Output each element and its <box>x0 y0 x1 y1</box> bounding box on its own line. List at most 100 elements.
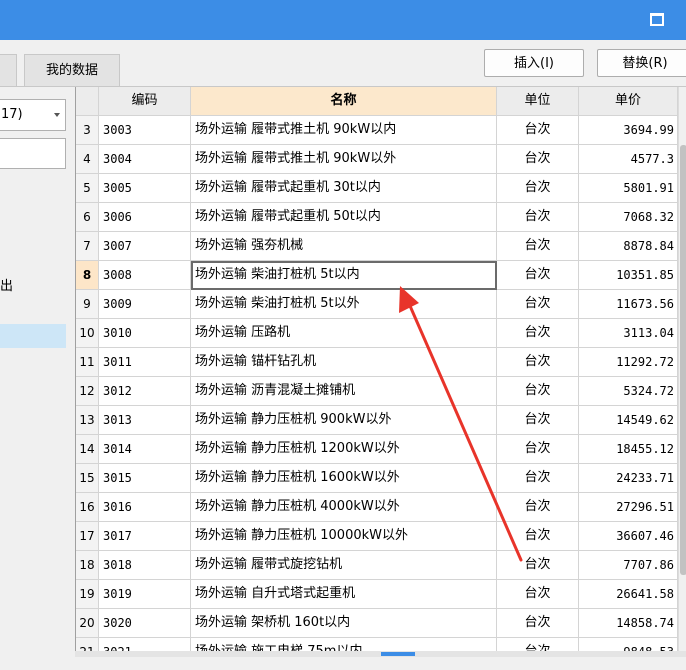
row-number[interactable]: 6 <box>76 203 99 232</box>
cell-unit[interactable]: 台次 <box>497 116 579 145</box>
column-header-unit[interactable]: 单位 <box>497 87 579 116</box>
cell-code[interactable]: 3006 <box>99 203 191 232</box>
cell-code[interactable]: 3010 <box>99 319 191 348</box>
table-row[interactable]: 20 3020 场外运输 架桥机 160t以内 台次 14858.74 <box>76 609 678 638</box>
cell-price[interactable]: 3113.04 <box>579 319 678 348</box>
cell-code[interactable]: 3017 <box>99 522 191 551</box>
cell-price[interactable]: 5801.91 <box>579 174 678 203</box>
row-number[interactable]: 18 <box>76 551 99 580</box>
cell-name[interactable]: 场外运输 静力压桩机 1200kW以外 <box>191 435 497 464</box>
table-row[interactable]: 18 3018 场外运输 履带式旋挖钻机 台次 7707.86 <box>76 551 678 580</box>
cell-name[interactable]: 场外运输 静力压桩机 4000kW以外 <box>191 493 497 522</box>
maximize-icon[interactable] <box>650 13 664 26</box>
cell-code[interactable]: 3020 <box>99 609 191 638</box>
cell-code[interactable]: 3008 <box>99 261 191 290</box>
row-number[interactable]: 7 <box>76 232 99 261</box>
left-tree-item[interactable]: 出 <box>0 275 13 294</box>
cell-name[interactable]: 场外运输 静力压桩机 1600kW以外 <box>191 464 497 493</box>
cell-price[interactable]: 27296.51 <box>579 493 678 522</box>
insert-button[interactable]: 插入(I) <box>484 49 584 77</box>
cell-name[interactable]: 场外运输 柴油打桩机 5t以内 <box>191 261 497 290</box>
cell-price[interactable]: 10351.85 <box>579 261 678 290</box>
cell-code[interactable]: 3011 <box>99 348 191 377</box>
cell-name[interactable]: 场外运输 履带式起重机 50t以内 <box>191 203 497 232</box>
cell-name[interactable]: 场外运输 履带式起重机 30t以内 <box>191 174 497 203</box>
cell-price[interactable]: 5324.72 <box>579 377 678 406</box>
table-row[interactable]: 14 3014 场外运输 静力压桩机 1200kW以外 台次 18455.12 <box>76 435 678 464</box>
tab-previous-partial[interactable] <box>0 54 17 86</box>
cell-unit[interactable]: 台次 <box>497 319 579 348</box>
row-number[interactable]: 17 <box>76 522 99 551</box>
cell-unit[interactable]: 台次 <box>497 522 579 551</box>
cell-price[interactable]: 4577.3 <box>579 145 678 174</box>
cell-name[interactable]: 场外运输 柴油打桩机 5t以外 <box>191 290 497 319</box>
cell-unit[interactable]: 台次 <box>497 203 579 232</box>
cell-price[interactable]: 7068.32 <box>579 203 678 232</box>
row-number[interactable]: 10 <box>76 319 99 348</box>
row-number[interactable]: 4 <box>76 145 99 174</box>
cell-unit[interactable]: 台次 <box>497 348 579 377</box>
row-number[interactable]: 19 <box>76 580 99 609</box>
cell-unit[interactable]: 台次 <box>497 464 579 493</box>
cell-unit[interactable]: 台次 <box>497 551 579 580</box>
column-header-code[interactable]: 编码 <box>99 87 191 116</box>
vertical-scrollbar[interactable] <box>678 87 686 657</box>
cell-unit[interactable]: 台次 <box>497 232 579 261</box>
cell-unit[interactable]: 台次 <box>497 261 579 290</box>
row-number[interactable]: 3 <box>76 116 99 145</box>
library-select[interactable]: 17) <box>0 99 66 131</box>
cell-unit[interactable]: 台次 <box>497 435 579 464</box>
table-row[interactable]: 6 3006 场外运输 履带式起重机 50t以内 台次 7068.32 <box>76 203 678 232</box>
table-row[interactable]: 8 3008 场外运输 柴油打桩机 5t以内 台次 10351.85 <box>76 261 678 290</box>
cell-code[interactable]: 3005 <box>99 174 191 203</box>
cell-name[interactable]: 场外运输 自升式塔式起重机 <box>191 580 497 609</box>
cell-code[interactable]: 3007 <box>99 232 191 261</box>
cell-name[interactable]: 场外运输 履带式推土机 90kW以内 <box>191 116 497 145</box>
table-row[interactable]: 9 3009 场外运输 柴油打桩机 5t以外 台次 11673.56 <box>76 290 678 319</box>
cell-price[interactable]: 14858.74 <box>579 609 678 638</box>
cell-code[interactable]: 3016 <box>99 493 191 522</box>
cell-unit[interactable]: 台次 <box>497 406 579 435</box>
cell-unit[interactable]: 台次 <box>497 174 579 203</box>
cell-unit[interactable]: 台次 <box>497 609 579 638</box>
table-row[interactable]: 4 3004 场外运输 履带式推土机 90kW以外 台次 4577.3 <box>76 145 678 174</box>
cell-price[interactable]: 3694.99 <box>579 116 678 145</box>
cell-name[interactable]: 场外运输 强夯机械 <box>191 232 497 261</box>
cell-price[interactable]: 11292.72 <box>579 348 678 377</box>
cell-code[interactable]: 3013 <box>99 406 191 435</box>
cell-name[interactable]: 场外运输 沥青混凝土摊铺机 <box>191 377 497 406</box>
table-row[interactable]: 15 3015 场外运输 静力压桩机 1600kW以外 台次 24233.71 <box>76 464 678 493</box>
header-corner[interactable] <box>76 87 99 116</box>
cell-unit[interactable]: 台次 <box>497 493 579 522</box>
cell-code[interactable]: 3009 <box>99 290 191 319</box>
row-number[interactable]: 15 <box>76 464 99 493</box>
table-row[interactable]: 19 3019 场外运输 自升式塔式起重机 台次 26641.58 <box>76 580 678 609</box>
column-header-price[interactable]: 单价 <box>579 87 678 116</box>
cell-unit[interactable]: 台次 <box>497 377 579 406</box>
row-number[interactable]: 14 <box>76 435 99 464</box>
scrollbar-thumb[interactable] <box>680 145 686 575</box>
table-row[interactable]: 7 3007 场外运输 强夯机械 台次 8878.84 <box>76 232 678 261</box>
table-row[interactable]: 12 3012 场外运输 沥青混凝土摊铺机 台次 5324.72 <box>76 377 678 406</box>
cell-code[interactable]: 3018 <box>99 551 191 580</box>
table-row[interactable]: 5 3005 场外运输 履带式起重机 30t以内 台次 5801.91 <box>76 174 678 203</box>
cell-unit[interactable]: 台次 <box>497 145 579 174</box>
cell-price[interactable]: 18455.12 <box>579 435 678 464</box>
table-row[interactable]: 3 3003 场外运输 履带式推土机 90kW以内 台次 3694.99 <box>76 116 678 145</box>
tab-my-data[interactable]: 我的数据 <box>24 54 120 86</box>
row-number[interactable]: 12 <box>76 377 99 406</box>
cell-name[interactable]: 场外运输 履带式旋挖钻机 <box>191 551 497 580</box>
cell-code[interactable]: 3012 <box>99 377 191 406</box>
cell-name[interactable]: 场外运输 静力压桩机 10000kW以外 <box>191 522 497 551</box>
row-number[interactable]: 5 <box>76 174 99 203</box>
table-row[interactable]: 16 3016 场外运输 静力压桩机 4000kW以外 台次 27296.51 <box>76 493 678 522</box>
cell-code[interactable]: 3015 <box>99 464 191 493</box>
row-number[interactable]: 20 <box>76 609 99 638</box>
search-input[interactable] <box>0 138 66 169</box>
cell-name[interactable]: 场外运输 架桥机 160t以内 <box>191 609 497 638</box>
cell-price[interactable]: 24233.71 <box>579 464 678 493</box>
cell-code[interactable]: 3014 <box>99 435 191 464</box>
cell-unit[interactable]: 台次 <box>497 290 579 319</box>
chevron-down-icon[interactable] <box>54 113 60 117</box>
cell-price[interactable]: 36607.46 <box>579 522 678 551</box>
